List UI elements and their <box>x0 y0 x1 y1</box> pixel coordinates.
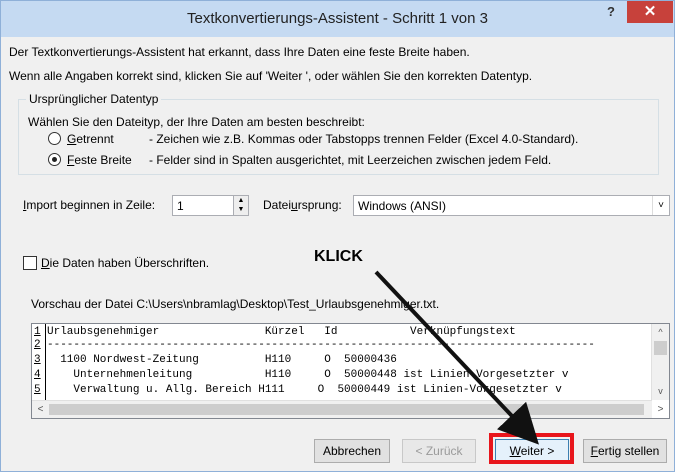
headers-checkbox-label[interactable]: Die Daten haben Überschriften. <box>41 256 209 270</box>
datatype-instruction: Wählen Sie den Dateityp, der Ihre Daten … <box>28 115 365 129</box>
scroll-up-icon[interactable]: ^ <box>652 324 669 341</box>
scroll-thumb[interactable] <box>49 404 644 415</box>
preview-line: 1 Urlaubsgenehmiger Kürzel Id Verknüpfung… <box>32 326 652 338</box>
preview-label: Vorschau der Datei C:\Users\nbramlag\Des… <box>31 297 440 311</box>
accel-u: u <box>291 198 298 212</box>
radio-getrennt[interactable] <box>48 132 61 145</box>
import-start-label: Import beginnen in Zeile: <box>23 198 155 212</box>
preview-line: 4 Unternehmenleitung H110 O 50000448 ist… <box>32 369 652 381</box>
preview-lines: 1 Urlaubsgenehmiger Kürzel Id Verknüpfung… <box>32 324 652 400</box>
label-rest: este Breite <box>74 153 132 167</box>
radio-feste-breite-desc: - Felder sind in Spalten ausgerichtet, m… <box>149 153 552 167</box>
scroll-thumb[interactable] <box>654 341 667 355</box>
accel-g: G <box>67 132 77 146</box>
scroll-down-icon[interactable]: v <box>652 383 669 400</box>
help-button[interactable]: ? <box>599 4 623 24</box>
intro-line-1: Der Textkonvertierungs-Assistent hat erk… <box>9 45 470 59</box>
intro-line-2: Wenn alle Angaben korrekt sind, klicken … <box>9 69 533 83</box>
chevron-down-icon[interactable]: ˅ <box>652 196 669 215</box>
radio-getrennt-label[interactable]: Getrennt <box>67 132 114 146</box>
back-button[interactable]: < Zurück <box>402 439 476 463</box>
label-rest: ie Daten haben Überschriften. <box>49 256 210 270</box>
dialog-window: Textkonvertierungs-Assistent - Schritt 1… <box>0 0 675 472</box>
klick-annotation: KLICK <box>314 248 363 265</box>
start-row-value: 1 <box>177 199 184 213</box>
line-number: 2 <box>34 339 41 351</box>
origin-select[interactable]: Windows (ANSI) ˅ <box>353 195 670 216</box>
scroll-right-icon[interactable]: > <box>652 401 669 418</box>
label-rest: mport beginnen in Zeile: <box>26 198 156 212</box>
finish-button[interactable]: Fertig stellen <box>583 439 667 463</box>
datatype-legend: Ursprünglicher Datentyp <box>26 92 162 106</box>
headers-checkbox[interactable] <box>23 256 37 270</box>
label-rest: ertig stellen <box>597 444 660 458</box>
line-number: 4 <box>34 369 41 381</box>
radio-feste-breite[interactable] <box>48 153 61 166</box>
preview-vertical-scrollbar[interactable]: ^ v <box>651 324 669 400</box>
accel-d: D <box>41 256 50 270</box>
accel-f: F <box>590 444 598 458</box>
title-bar[interactable]: Textkonvertierungs-Assistent - Schritt 1… <box>1 1 674 37</box>
origin-label: Dateiursprung: <box>263 198 342 212</box>
preview-horizontal-scrollbar[interactable]: < > <box>32 400 663 418</box>
preview-line: 2 ---------------------------------------… <box>32 339 652 351</box>
label-rest: etrennt <box>76 132 114 146</box>
preview-line: 3 1100 Nordwest-Zeitung H110 O 50000436 <box>32 354 652 366</box>
scroll-left-icon[interactable]: < <box>32 401 49 418</box>
radio-getrennt-desc: - Zeichen wie z.B. Kommas oder Tabstopps… <box>149 132 579 146</box>
line-text: ----------------------------------------… <box>47 339 595 351</box>
line-number: 1 <box>34 326 41 338</box>
line-text: 1100 Nordwest-Zeitung H110 O 50000436 <box>47 354 397 366</box>
line-text: Verwaltung u. Allg. Bereich H111 O 50000… <box>47 384 562 396</box>
start-row-input[interactable]: 1 <box>172 195 234 216</box>
preview-line: 5 Verwaltung u. Allg. Bereich H111 O 500… <box>32 384 652 396</box>
line-text: Urlaubsgenehmiger Kürzel Id Verknüpfungs… <box>47 326 516 338</box>
start-row-spinner[interactable]: ▲ ▼ <box>233 195 249 216</box>
origin-value: Windows (ANSI) <box>358 199 447 213</box>
line-number: 3 <box>34 354 41 366</box>
preview-pane[interactable]: 1 Urlaubsgenehmiger Kürzel Id Verknüpfung… <box>31 323 670 419</box>
cancel-button[interactable]: Abbrechen <box>314 439 390 463</box>
window-title: Textkonvertierungs-Assistent - Schritt 1… <box>187 10 488 27</box>
dialog-content: Der Textkonvertierungs-Assistent hat erk… <box>1 37 674 471</box>
close-button[interactable]: ✕ <box>627 1 673 23</box>
line-number: 5 <box>34 384 41 396</box>
radio-feste-breite-label[interactable]: Feste Breite <box>67 153 132 167</box>
label-part: Datei <box>263 198 292 212</box>
line-text: Unternehmenleitung H110 O 50000448 ist L… <box>47 369 569 381</box>
label-part: rsprung: <box>297 198 342 212</box>
next-button-highlight <box>489 433 574 464</box>
